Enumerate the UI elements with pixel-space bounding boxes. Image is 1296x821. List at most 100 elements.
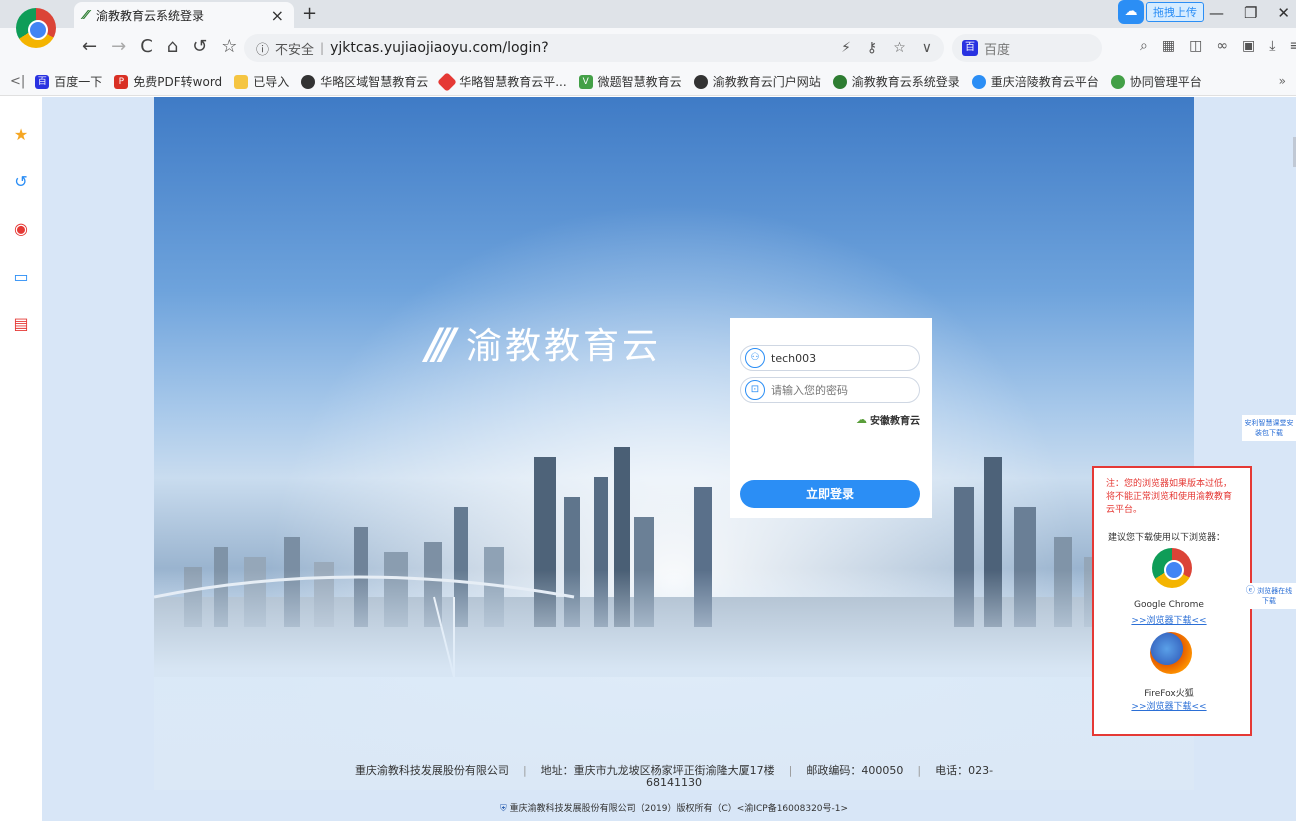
bookmark-item[interactable]: 华略智慧教育云平... xyxy=(437,71,567,92)
address-bar[interactable]: ⓘ 不安全 | yjktcas.yujiaojiaoyu.com/login? … xyxy=(244,34,944,62)
bookmark-item[interactable]: V 微题智慧教育云 xyxy=(578,73,682,90)
close-window-button[interactable]: ✕ xyxy=(1277,4,1290,22)
lock-icon: ⊡ xyxy=(745,380,765,400)
bookmark-label: 华略智慧教育云平... xyxy=(459,75,567,89)
notice-content: 注：您的浏览器如果版本过低，将不能正常浏览和使用渝教教育云平台。 建议您下载使用… xyxy=(1100,468,1238,734)
pdf-icon[interactable]: ▤ xyxy=(11,314,31,334)
folder-icon xyxy=(234,74,249,89)
bookmark-item[interactable]: 已导入 xyxy=(234,73,289,90)
forward-button[interactable]: → xyxy=(111,36,126,57)
chrome-download-link[interactable]: >>浏览器下载<< xyxy=(1100,613,1238,626)
bookmarks-more-icon[interactable]: » xyxy=(1279,74,1286,88)
browser-download-label: 浏览器在线下载 xyxy=(1257,587,1293,605)
home-button[interactable]: ⌂ xyxy=(167,36,178,57)
url-text[interactable]: yjktcas.yujiaojiaoyu.com/login? xyxy=(330,40,841,56)
footer-divider: | xyxy=(522,764,527,777)
menu-icon[interactable]: ≡ xyxy=(1289,38,1296,54)
url-separator: | xyxy=(320,41,325,55)
chrome-logo-icon[interactable] xyxy=(1152,548,1192,588)
bookmark-item[interactable]: 协同管理平台 xyxy=(1110,73,1202,90)
history-icon[interactable]: ↺ xyxy=(11,172,31,192)
notice-suggestion: 建议您下载使用以下浏览器： xyxy=(1108,533,1226,543)
footer-info: 重庆渝教科技发展股份有限公司 | 地址：重庆市九龙坡区杨家坪正街渝隆大厦17楼 | 邮政… xyxy=(154,765,1194,789)
search-icon[interactable]: ⌕ xyxy=(1140,38,1148,54)
footer-divider: | xyxy=(788,764,793,777)
key-icon[interactable]: ⚷ xyxy=(867,40,877,56)
footer-company: 重庆渝教科技发展股份有限公司 xyxy=(354,764,509,777)
cloud-upload-icon: ☁ xyxy=(1118,0,1144,24)
hualue-logo-icon xyxy=(437,71,458,92)
info-icon[interactable]: ⓘ xyxy=(256,39,269,58)
qr-icon[interactable]: ▦ xyxy=(1162,38,1175,54)
fog-overlay xyxy=(154,570,1194,790)
site-favicon-icon: ⁄⁄ xyxy=(84,8,89,22)
address-bar-icons: ⚡ ⚷ ☆ ∨ xyxy=(841,40,932,56)
browser-toolbar: ← → C ⌂ ↺ ☆ ⓘ 不安全 | yjktcas.yujiaojiaoyu… xyxy=(0,28,1296,68)
username-field[interactable]: ⚇ tech003 xyxy=(740,345,920,371)
login-page: /// 渝教教育云 ⚇ tech003 ⊡ 请输入您的密码 ☁ 安徽教育云 立即… xyxy=(42,97,1296,821)
bookmark-item[interactable]: 渝教教育云系统登录 xyxy=(832,73,960,90)
browser-logo-icon[interactable] xyxy=(16,8,56,48)
favorite-button[interactable]: ☆ xyxy=(221,36,237,57)
password-placeholder: 请输入您的密码 xyxy=(771,384,848,397)
org-name: 安徽教育云 xyxy=(870,416,920,427)
copyright: ⛨ 重庆渝教科技发展股份有限公司（2019）版权所有（C）<渝ICP备16008… xyxy=(154,801,1194,814)
footer-postcode: 邮政编码：400050 xyxy=(806,764,904,777)
tab-close-icon[interactable]: × xyxy=(271,6,284,25)
globe-icon xyxy=(301,74,316,89)
brand-name: 渝教教育云 xyxy=(466,326,662,367)
back-button[interactable]: ← xyxy=(82,36,97,57)
password-field[interactable]: ⊡ 请输入您的密码 xyxy=(740,377,920,403)
login-button[interactable]: 立即登录 xyxy=(740,480,920,508)
extension-icon[interactable]: ∞ xyxy=(1216,38,1228,54)
bookmark-label: 免费PDF转word xyxy=(133,75,223,89)
reader-icon[interactable]: ▭ xyxy=(11,267,31,287)
brand-logo: /// 渝教教育云 xyxy=(426,317,661,369)
username-value: tech003 xyxy=(771,351,817,365)
cloud-bookmark-icon xyxy=(971,74,986,89)
game-icon[interactable]: ◫ xyxy=(1189,38,1202,54)
chrome-name: Google Chrome xyxy=(1134,600,1204,610)
browser-download-float[interactable]: ⓔ 浏览器在线下载 xyxy=(1242,583,1296,609)
maximize-button[interactable]: ❐ xyxy=(1244,4,1257,22)
firefox-logo-icon[interactable] xyxy=(1150,632,1192,674)
reload-button[interactable]: C xyxy=(140,36,153,57)
bookmark-star-icon[interactable]: ☆ xyxy=(893,40,906,56)
new-tab-button[interactable]: + xyxy=(302,3,317,24)
app-download-link[interactable]: 安利智慧课堂安装包下载 xyxy=(1242,415,1296,441)
browser-tab[interactable]: ⁄⁄ 渝教教育云系统登录 × xyxy=(74,2,294,28)
browser-sidebar: ★ ↺ ◉ ▭ ▤ xyxy=(0,97,42,821)
org-badge: ☁ 安徽教育云 xyxy=(856,412,920,427)
bookmark-item[interactable]: 百百度一下 xyxy=(35,73,102,90)
undo-close-button[interactable]: ↺ xyxy=(192,36,207,57)
download-icon[interactable]: ⤓ xyxy=(1269,38,1275,54)
bookmark-item[interactable]: P 免费PDF转word xyxy=(114,73,222,90)
flash-icon[interactable]: ⚡ xyxy=(841,40,851,56)
bookmark-label: 渝教教育云门户网站 xyxy=(712,75,821,89)
bookmark-item[interactable]: 华略区域智慧教育云 xyxy=(301,73,428,90)
firefox-download-link[interactable]: >>浏览器下载<< xyxy=(1100,699,1238,712)
bookmark-label: 百度一下 xyxy=(54,75,103,89)
bookmark-item[interactable]: 渝教教育云门户网站 xyxy=(693,73,821,90)
insecure-label: 不安全 xyxy=(275,42,315,58)
bookmark-item[interactable]: 重庆涪陵教育云平台 xyxy=(971,73,1099,90)
user-icon: ⚇ xyxy=(745,348,765,368)
cloud-logo-icon: ☁ xyxy=(856,413,867,426)
baidu-bookmark-icon: 百 xyxy=(35,74,50,89)
drag-upload-widget[interactable]: ☁ 拖拽上传 xyxy=(1118,0,1204,24)
drag-upload-label: 拖拽上传 xyxy=(1146,2,1204,22)
footer-phone-label: 电话：023- xyxy=(935,764,994,777)
pdf-tool-icon[interactable]: ▣ xyxy=(1242,38,1255,54)
bookmarks-collapse-icon[interactable]: <| xyxy=(10,74,25,89)
minimize-button[interactable]: — xyxy=(1209,4,1224,22)
pdf-bookmark-icon: P xyxy=(114,74,129,89)
star-icon[interactable]: ★ xyxy=(11,125,31,145)
search-box[interactable]: 百 百度 xyxy=(952,34,1102,62)
browser-notice-panel: 注：您的浏览器如果版本过低，将不能正常浏览和使用渝教教育云平台。 建议您下载使用… xyxy=(1092,466,1252,736)
bookmark-label: 华略区域智慧教育云 xyxy=(320,75,429,89)
bookmark-label: 重庆涪陵教育云平台 xyxy=(990,75,1099,89)
chevron-down-icon[interactable]: ∨ xyxy=(922,40,932,56)
weibo-icon[interactable]: ◉ xyxy=(11,219,31,239)
bookmark-label: 渝教教育云系统登录 xyxy=(851,75,960,89)
bookmark-label: 协同管理平台 xyxy=(1129,75,1202,89)
